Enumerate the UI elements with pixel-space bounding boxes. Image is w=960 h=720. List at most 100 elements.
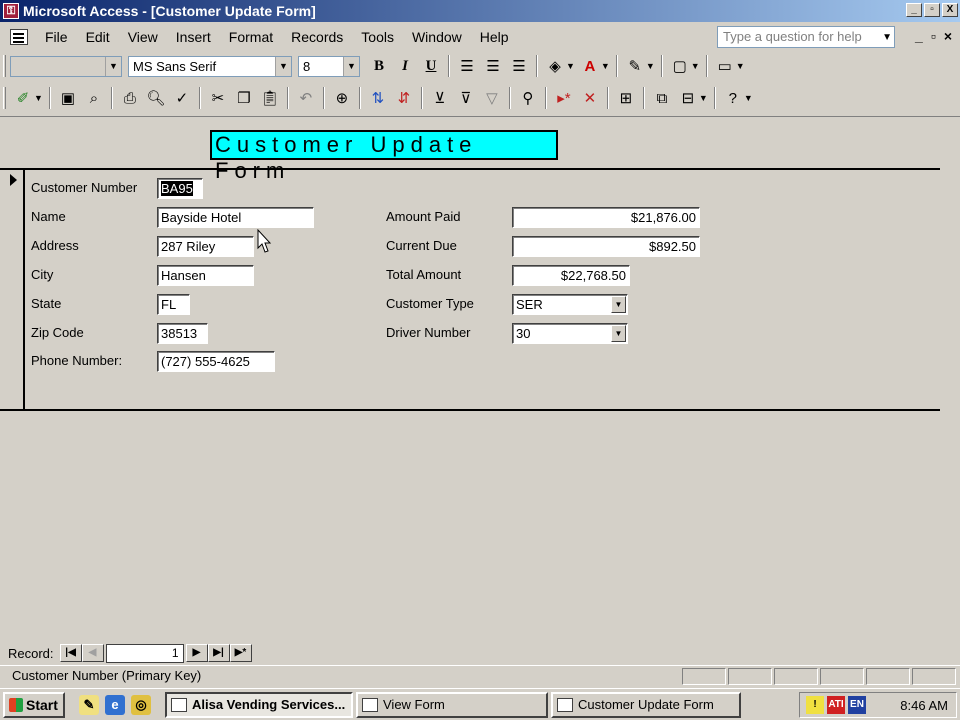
menu-records[interactable]: Records	[282, 29, 352, 45]
chevron-down-icon[interactable]: ▼	[744, 93, 753, 103]
chevron-down-icon[interactable]: ▼	[275, 56, 291, 76]
cut-icon[interactable]: ✂	[206, 86, 230, 110]
previous-record-button[interactable]: ◀	[81, 644, 104, 662]
chevron-down-icon[interactable]: ▼	[882, 28, 892, 48]
chevron-down-icon[interactable]: ▼	[736, 61, 745, 71]
clock[interactable]: 8:46 AM	[900, 698, 948, 713]
address-field[interactable]: 287 Riley	[157, 236, 254, 257]
menu-insert[interactable]: Insert	[167, 29, 220, 45]
font-name-combo[interactable]: MS Sans Serif ▼	[128, 55, 292, 77]
menu-tools[interactable]: Tools	[352, 29, 403, 45]
font-size-combo[interactable]: 8 ▼	[298, 55, 360, 77]
menu-format[interactable]: Format	[220, 29, 282, 45]
outlook-express-icon[interactable]: ◎	[131, 694, 151, 715]
print-preview-icon[interactable]: 🔍︎	[144, 86, 168, 110]
first-record-button[interactable]: |◀	[59, 644, 82, 662]
minimize-button[interactable]: _	[906, 3, 922, 17]
tray-app-icon[interactable]: !	[806, 696, 824, 714]
chevron-down-icon[interactable]: ▼	[699, 93, 708, 103]
chevron-down-icon[interactable]: ▼	[611, 296, 626, 313]
last-record-button[interactable]: ▶|	[207, 644, 230, 662]
sort-ascending-icon[interactable]: ⇅	[366, 86, 390, 110]
phone-number-field[interactable]: (727) 555-4625	[157, 351, 275, 372]
special-effect-icon[interactable]: ▢	[668, 54, 692, 78]
help-search-input[interactable]: Type a question for help ▼	[717, 26, 895, 48]
hyperlink-icon[interactable]: ⊕	[330, 86, 354, 110]
close-button[interactable]: X	[942, 3, 958, 17]
menu-edit[interactable]: Edit	[77, 29, 119, 45]
line-color-icon[interactable]: ✎	[623, 54, 647, 78]
doc-minimize-icon[interactable]: _	[915, 28, 923, 44]
start-button[interactable]: Start	[3, 691, 65, 718]
bold-button[interactable]: B	[367, 54, 391, 78]
properties-icon[interactable]: ⊞	[614, 86, 638, 110]
new-record-button[interactable]: ▶*	[229, 644, 252, 662]
menu-help[interactable]: Help	[471, 29, 518, 45]
total-amount-field[interactable]: $22,768.50	[512, 265, 630, 286]
align-right-icon[interactable]: ☰	[507, 54, 531, 78]
underline-button[interactable]: U	[419, 54, 443, 78]
new-record-icon[interactable]: ▸*	[552, 86, 576, 110]
chevron-down-icon[interactable]: ▼	[105, 56, 121, 76]
chevron-down-icon[interactable]: ▼	[691, 61, 700, 71]
task-alisa-vending[interactable]: Alisa Vending Services...	[165, 691, 353, 718]
doc-restore-icon[interactable]: ▫	[931, 28, 936, 44]
toolbar-grip[interactable]	[3, 87, 6, 109]
align-center-icon[interactable]: ☰	[481, 54, 505, 78]
save-icon[interactable]: ▣	[56, 86, 80, 110]
chevron-down-icon[interactable]: ▼	[601, 61, 610, 71]
chevron-down-icon[interactable]: ▼	[646, 61, 655, 71]
city-field[interactable]: Hansen	[157, 265, 254, 286]
menu-window[interactable]: Window	[403, 29, 471, 45]
file-search-icon[interactable]: ⌕	[82, 86, 106, 110]
chevron-down-icon[interactable]: ▼	[34, 93, 43, 103]
show-desktop-icon[interactable]: ✎	[79, 694, 99, 715]
chevron-down-icon[interactable]: ▼	[566, 61, 575, 71]
name-field[interactable]: Bayside Hotel	[157, 207, 314, 228]
italic-button[interactable]: I	[393, 54, 417, 78]
access-key-icon[interactable]: ⚿	[3, 3, 19, 19]
restore-button[interactable]: ▫	[924, 3, 940, 17]
driver-number-combo[interactable]: 30 ▼	[512, 323, 628, 344]
filter-by-selection-icon[interactable]: ⊻	[428, 86, 452, 110]
amount-paid-field[interactable]: $21,876.00	[512, 207, 700, 228]
apply-filter-icon[interactable]: ▽	[480, 86, 504, 110]
new-object-icon[interactable]: ⊟	[676, 86, 700, 110]
language-indicator[interactable]: EN	[848, 696, 866, 714]
next-record-button[interactable]: ▶	[185, 644, 208, 662]
doc-close-icon[interactable]: ×	[944, 28, 952, 44]
font-color-icon[interactable]: A	[578, 54, 602, 78]
record-selector[interactable]	[3, 169, 25, 411]
filter-by-form-icon[interactable]: ⊽	[454, 86, 478, 110]
design-view-icon[interactable]: ✐	[11, 86, 35, 110]
customer-number-field[interactable]: BA95	[157, 178, 203, 199]
fill-color-icon[interactable]: ◈	[543, 54, 567, 78]
form-document-icon[interactable]	[10, 29, 28, 45]
copy-icon[interactable]: ❐	[232, 86, 256, 110]
internet-explorer-icon[interactable]: e	[105, 694, 125, 715]
state-field[interactable]: FL	[157, 294, 190, 315]
paste-icon[interactable]: 📋︎	[258, 86, 282, 110]
task-view-form[interactable]: View Form	[356, 691, 548, 718]
spelling-icon[interactable]: ✓	[170, 86, 194, 110]
undo-icon[interactable]: ↶	[294, 86, 318, 110]
customer-type-combo[interactable]: SER ▼	[512, 294, 628, 315]
delete-record-icon[interactable]: ✕	[578, 86, 602, 110]
line-width-icon[interactable]: ▭	[713, 54, 737, 78]
find-icon[interactable]: ⚲	[516, 86, 540, 110]
align-left-icon[interactable]: ☰	[455, 54, 479, 78]
current-due-field[interactable]: $892.50	[512, 236, 700, 257]
task-customer-update-form[interactable]: Customer Update Form	[551, 691, 741, 718]
toolbar-grip[interactable]	[3, 55, 6, 77]
record-number-input[interactable]: 1	[105, 643, 184, 663]
help-icon[interactable]: ?	[721, 86, 745, 110]
ati-icon[interactable]: ATI	[827, 696, 845, 714]
menu-file[interactable]: File	[36, 29, 77, 45]
chevron-down-icon[interactable]: ▼	[343, 56, 359, 76]
chevron-down-icon[interactable]: ▼	[611, 325, 626, 342]
object-combo[interactable]: ▼	[10, 55, 122, 77]
menu-view[interactable]: View	[119, 29, 167, 45]
zip-code-field[interactable]: 38513	[157, 323, 208, 344]
database-window-icon[interactable]: ⧉	[650, 86, 674, 110]
sort-descending-icon[interactable]: ⇵	[392, 86, 416, 110]
